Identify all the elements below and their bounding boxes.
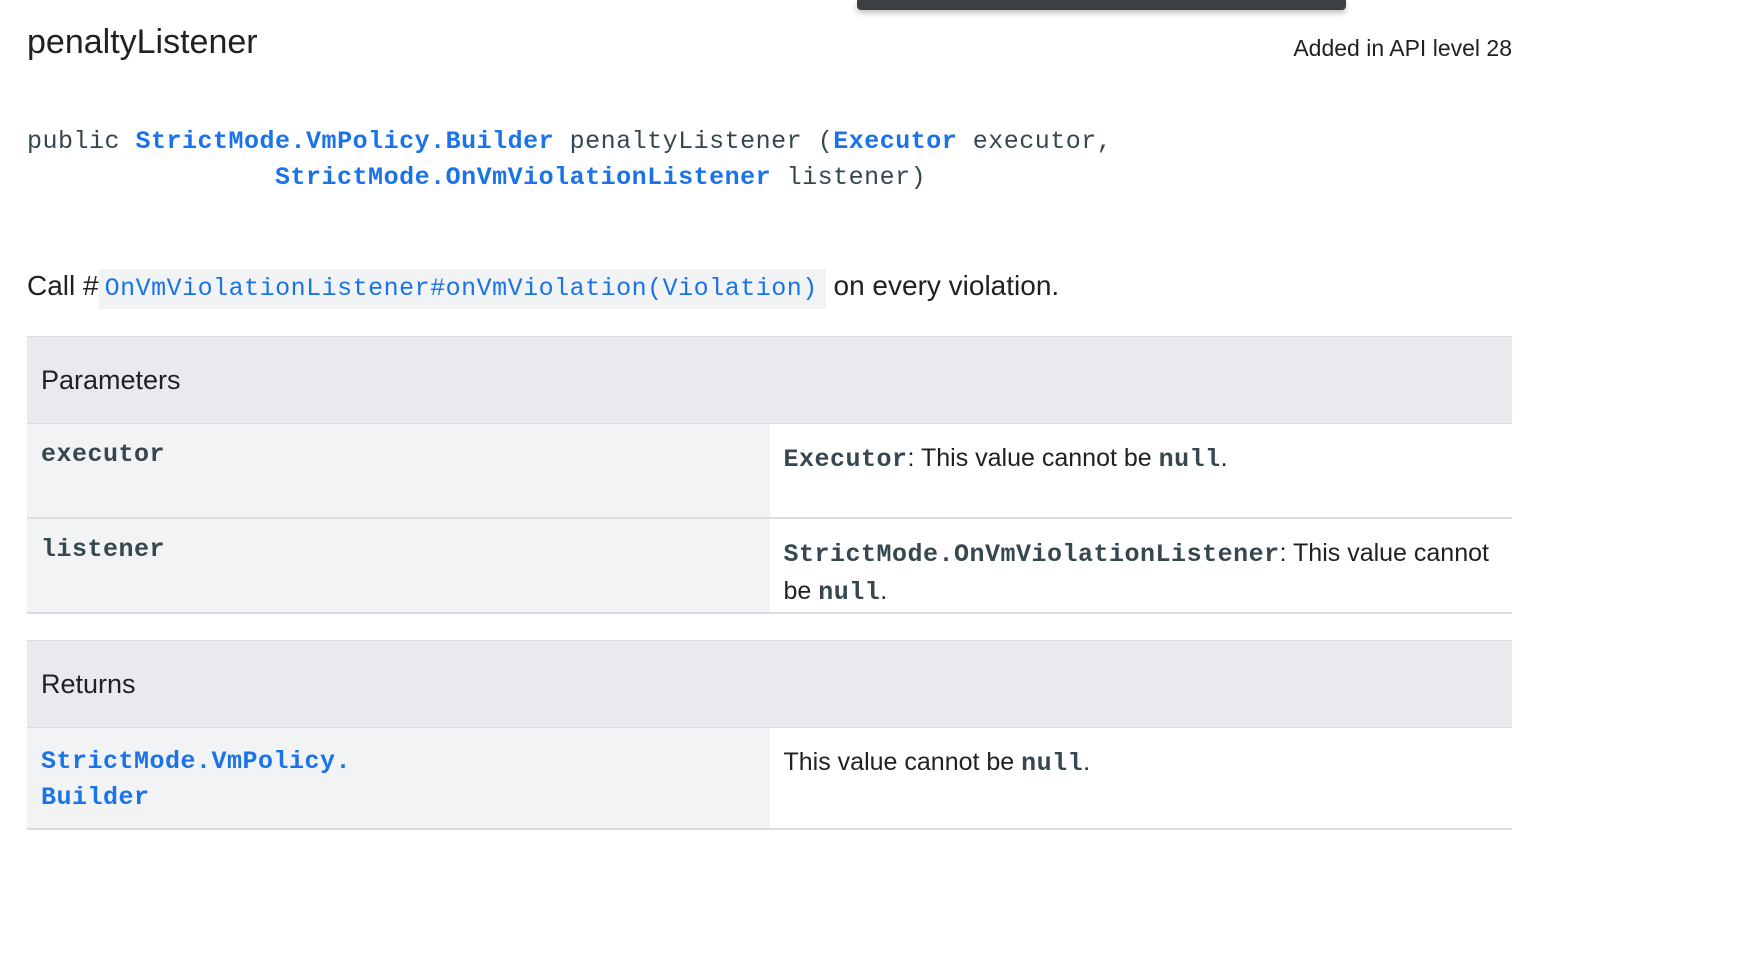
api-level-label: Added in API level 28 bbox=[1293, 35, 1512, 61]
parameters-table: Parameters executor Executor: This value… bbox=[27, 336, 1512, 614]
table-row: StrictMode.VmPolicy. Builder This value c… bbox=[27, 727, 1512, 830]
signature-method-name: penaltyListener bbox=[569, 127, 803, 156]
parameters-heading: Parameters bbox=[27, 336, 1512, 424]
param-name-cell: listener bbox=[27, 518, 770, 614]
param-listener-type-link[interactable]: StrictMode.OnVmViolationListener bbox=[275, 163, 771, 192]
param-description: : This value cannot be bbox=[907, 444, 1159, 472]
return-type-link-line1[interactable]: StrictMode.VmPolicy. bbox=[41, 747, 351, 776]
param-name-cell: executor bbox=[27, 423, 770, 519]
table-row: executor Executor: This value cannot be … bbox=[27, 423, 1512, 519]
returns-heading: Returns bbox=[27, 640, 1512, 728]
period: . bbox=[1083, 748, 1091, 776]
param-name: listener bbox=[41, 535, 166, 564]
return-type-cell: StrictMode.VmPolicy. Builder bbox=[27, 727, 770, 830]
null-keyword: null bbox=[818, 578, 881, 607]
method-title: penaltyListener bbox=[27, 23, 258, 61]
description-prefix: Call # bbox=[27, 270, 99, 301]
method-description: Call # OnVmViolationListener#onVmViolatio… bbox=[27, 264, 1059, 309]
return-description: This value cannot be bbox=[783, 748, 1022, 776]
param-name: executor bbox=[41, 440, 166, 469]
period: . bbox=[1220, 444, 1228, 472]
return-type-link-line2[interactable]: Builder bbox=[41, 783, 150, 812]
param-type: Executor bbox=[783, 445, 908, 474]
on-vm-violation-link[interactable]: OnVmViolationListener#onVmViolation(Viol… bbox=[98, 269, 826, 309]
description-suffix: on every violation. bbox=[833, 270, 1060, 301]
param-description-cell: Executor: This value cannot be null. bbox=[769, 423, 1512, 519]
returns-table: Returns StrictMode.VmPolicy. Builder This… bbox=[27, 640, 1512, 830]
param-executor-type-link[interactable]: Executor bbox=[833, 127, 957, 156]
period: . bbox=[880, 577, 888, 605]
return-description-cell: This value cannot be null. bbox=[769, 727, 1512, 830]
return-type-link[interactable]: StrictMode.VmPolicy.Builder bbox=[136, 127, 555, 156]
table-row: listener StrictMode.OnVmViolationListene… bbox=[27, 518, 1512, 614]
method-doc: penaltyListener Added in API level 28 pu… bbox=[27, 0, 1512, 956]
param-executor-name: executor, bbox=[972, 127, 1113, 156]
signature-keyword: public bbox=[27, 127, 121, 156]
param-description-cell: StrictMode.OnVmViolationListener: This v… bbox=[769, 518, 1512, 614]
null-keyword: null bbox=[1158, 445, 1221, 474]
signature-open-paren: ( bbox=[817, 127, 834, 156]
method-signature: public StrictMode.VmPolicy.Builder penal… bbox=[27, 124, 1112, 196]
param-listener-name: listener) bbox=[786, 163, 927, 192]
null-keyword: null bbox=[1021, 749, 1084, 778]
param-type: StrictMode.OnVmViolationListener bbox=[783, 540, 1280, 569]
